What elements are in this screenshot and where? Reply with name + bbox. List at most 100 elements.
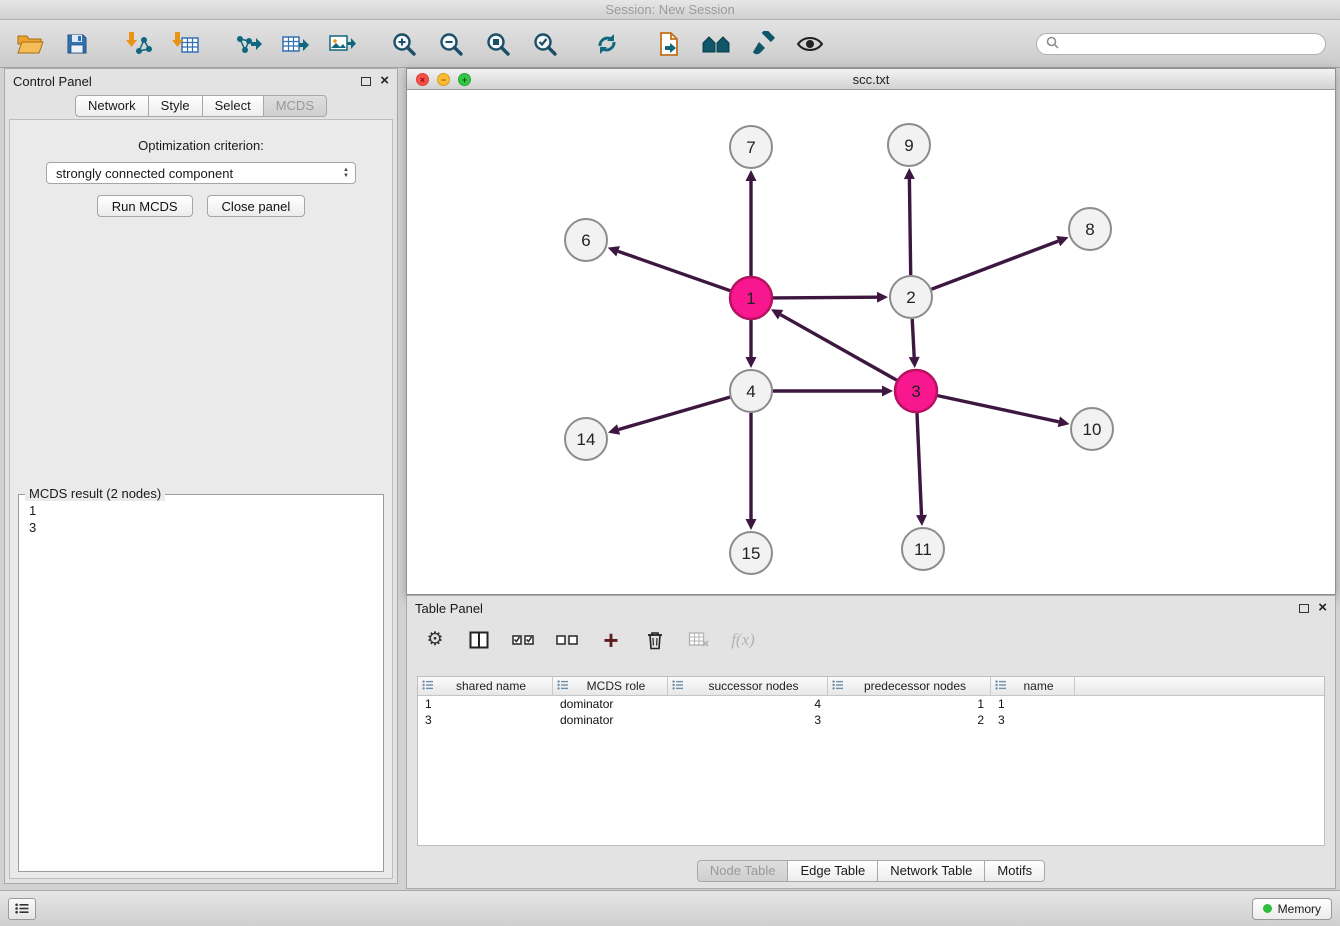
tab-edge-table[interactable]: Edge Table xyxy=(787,860,878,882)
panel-toggle-button[interactable] xyxy=(8,898,36,920)
tab-mcds[interactable]: MCDS xyxy=(263,95,327,117)
table-import-icon xyxy=(172,31,200,57)
tab-network[interactable]: Network xyxy=(75,95,149,117)
image-export-button[interactable] xyxy=(326,28,358,60)
split-columns-button[interactable] xyxy=(467,627,491,653)
tab-motifs[interactable]: Motifs xyxy=(984,860,1045,882)
zoom-check-button[interactable] xyxy=(529,28,561,60)
edge-3-11[interactable] xyxy=(917,413,922,515)
table-row[interactable]: 1dominator411 xyxy=(418,696,1324,712)
folder-open-button[interactable] xyxy=(14,28,46,60)
mcds-buttons-row: Run MCDS Close panel xyxy=(10,195,392,217)
double-home-button[interactable] xyxy=(700,28,732,60)
clear-checks-button[interactable] xyxy=(555,627,579,653)
zoom-fit-button[interactable] xyxy=(482,28,514,60)
column-header-name[interactable]: name xyxy=(991,677,1075,695)
node-15[interactable]: 15 xyxy=(730,532,772,574)
table-panel-title: Table Panel xyxy=(415,601,483,616)
column-label: MCDS role xyxy=(569,679,663,693)
network-export-button[interactable] xyxy=(232,28,264,60)
close-table-panel-icon[interactable]: × xyxy=(1318,603,1327,613)
clear-checks-icon xyxy=(556,631,579,649)
edge-4-14[interactable] xyxy=(619,397,730,429)
paint-brush-button[interactable] xyxy=(747,28,779,60)
close-panel-button[interactable]: Close panel xyxy=(207,195,306,217)
toolbar-group xyxy=(388,28,561,60)
document-share-button[interactable] xyxy=(653,28,685,60)
float-panel-icon[interactable] xyxy=(361,77,371,86)
control-panel-tabs: NetworkStyleSelectMCDS xyxy=(5,95,397,117)
float-table-panel-icon[interactable] xyxy=(1299,604,1309,613)
edge-2-3[interactable] xyxy=(912,319,914,357)
eye-button[interactable] xyxy=(794,28,826,60)
table-cell: dominator xyxy=(553,713,668,727)
tab-network-table[interactable]: Network Table xyxy=(877,860,985,882)
node-6[interactable]: 6 xyxy=(565,219,607,261)
zoom-in-button[interactable] xyxy=(388,28,420,60)
run-mcds-button[interactable]: Run MCDS xyxy=(97,195,193,217)
edge-2-9[interactable] xyxy=(909,179,910,275)
table-cell: 2 xyxy=(828,713,991,727)
edge-1-6[interactable] xyxy=(618,251,730,290)
table-row[interactable]: 3dominator323 xyxy=(418,712,1324,728)
edge-2-8[interactable] xyxy=(932,241,1059,289)
node-2[interactable]: 2 xyxy=(890,276,932,318)
search-icon xyxy=(1046,36,1059,52)
close-window-icon[interactable]: × xyxy=(416,73,429,86)
node-7[interactable]: 7 xyxy=(730,126,772,168)
gear-button[interactable]: ⚙ xyxy=(423,627,447,653)
column-header-predecessor-nodes[interactable]: predecessor nodes xyxy=(828,677,991,695)
network-canvas[interactable]: 7 9 6 8 1 2 4 3 14 10 15 11 xyxy=(407,90,1335,594)
tab-style[interactable]: Style xyxy=(148,95,203,117)
edge-3-1[interactable] xyxy=(781,315,897,381)
trash-button[interactable] xyxy=(643,627,667,653)
list-icon xyxy=(15,903,29,914)
function-fx-button[interactable]: f(x) xyxy=(731,627,755,653)
node-table: shared name MCDS role successor nodesprede… xyxy=(417,676,1325,846)
table-export-button[interactable] xyxy=(279,28,311,60)
dropdown-arrows-icon: ▲▼ xyxy=(343,167,349,179)
node-1[interactable]: 1 xyxy=(730,277,772,319)
column-header-successor-nodes[interactable]: successor nodes xyxy=(668,677,828,695)
node-4[interactable]: 4 xyxy=(730,370,772,412)
close-panel-icon[interactable]: × xyxy=(380,76,389,86)
select-all-checks-button[interactable] xyxy=(511,627,535,653)
network-graph[interactable]: 7 9 6 8 1 2 4 3 14 10 15 11 xyxy=(407,90,1335,594)
column-header-MCDS-role[interactable]: MCDS role xyxy=(553,677,668,695)
mcds-result-item: 1 xyxy=(29,502,373,519)
delete-table-button[interactable] xyxy=(687,627,711,653)
mcds-result-list[interactable]: 13 xyxy=(21,497,381,869)
floppy-save-button[interactable] xyxy=(61,28,93,60)
node-9[interactable]: 9 xyxy=(888,124,930,166)
network-import-button[interactable] xyxy=(123,28,155,60)
table-cell: 1 xyxy=(418,697,553,711)
column-type-icon xyxy=(672,679,684,693)
minimize-window-icon[interactable]: − xyxy=(437,73,450,86)
node-10[interactable]: 10 xyxy=(1071,408,1113,450)
optimization-dropdown[interactable]: strongly connected component ▲▼ xyxy=(46,162,356,184)
node-14[interactable]: 14 xyxy=(565,418,607,460)
node-3[interactable]: 3 xyxy=(895,370,937,412)
node-8[interactable]: 8 xyxy=(1069,208,1111,250)
toolbar-group xyxy=(232,28,358,60)
memory-button[interactable]: Memory xyxy=(1252,898,1332,920)
network-import-icon xyxy=(125,31,153,57)
zoom-in-icon xyxy=(391,31,417,57)
refresh-layout-button[interactable] xyxy=(591,28,623,60)
table-toolbar: ⚙ + f(x) xyxy=(423,624,755,656)
zoom-window-icon[interactable]: + xyxy=(458,73,471,86)
node-label: 15 xyxy=(742,544,761,563)
tab-select[interactable]: Select xyxy=(202,95,264,117)
edge-1-2[interactable] xyxy=(773,297,877,298)
search-input[interactable] xyxy=(1064,37,1316,51)
tab-node-table[interactable]: Node Table xyxy=(697,860,789,882)
column-header-shared-name[interactable]: shared name xyxy=(418,677,553,695)
table-import-button[interactable] xyxy=(170,28,202,60)
column-type-icon xyxy=(422,679,434,693)
search-box[interactable] xyxy=(1036,33,1326,55)
node-label: 4 xyxy=(746,382,755,401)
node-11[interactable]: 11 xyxy=(902,528,944,570)
edge-3-10[interactable] xyxy=(938,396,1059,422)
zoom-out-button[interactable] xyxy=(435,28,467,60)
add-plus-button[interactable]: + xyxy=(599,627,623,653)
